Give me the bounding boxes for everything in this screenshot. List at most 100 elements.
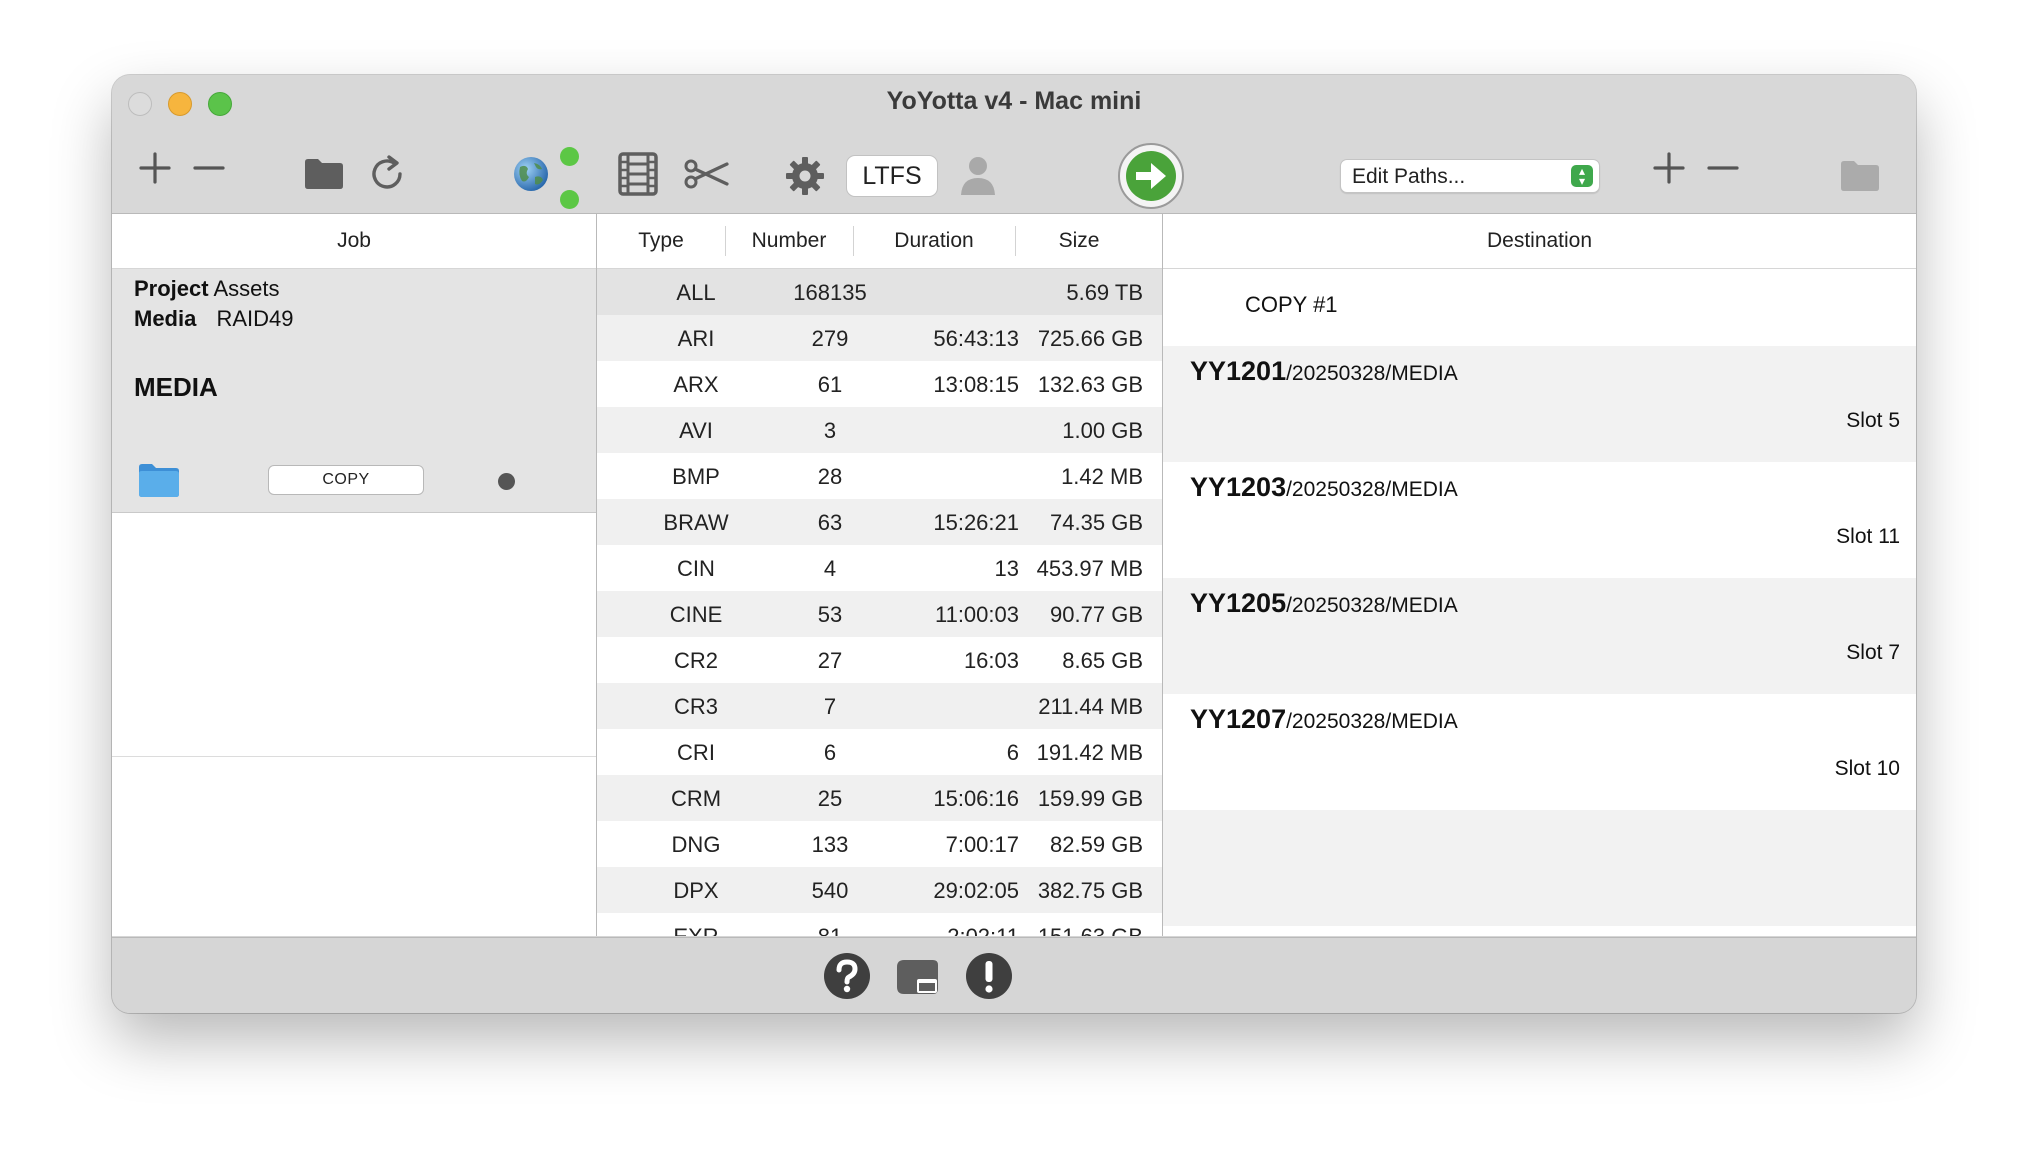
type-cell: BRAW: [663, 510, 729, 535]
destination-row[interactable]: YY1207/20250328/MEDIA Slot 10: [1163, 694, 1916, 810]
size-cell: 725.66 GB: [1037, 326, 1143, 351]
table-row[interactable]: BMP 28 1.42 MB: [597, 453, 1162, 499]
edit-paths-label: Edit Paths...: [1352, 165, 1466, 188]
table-row[interactable]: CIN 4 13 453.97 MB: [597, 545, 1162, 591]
number-cell: 279: [811, 326, 849, 351]
trim-button[interactable]: [682, 157, 732, 191]
destination-row[interactable]: YY1201/20250328/MEDIA Slot 5: [1163, 346, 1916, 462]
table-row[interactable]: DPX 540 29:02:05 382.75 GB: [597, 867, 1162, 913]
table-row[interactable]: ARI 279 56:43:13 725.66 GB: [597, 315, 1162, 361]
media-section-title: MEDIA: [134, 372, 218, 402]
remove-destination-button[interactable]: [1706, 151, 1740, 185]
tape-path: /20250328/MEDIA: [1286, 362, 1458, 385]
destination-path: YY1207/20250328/MEDIA: [1190, 704, 1458, 735]
type-column-header[interactable]: Type: [597, 229, 725, 253]
tape-name: YY1205: [1190, 588, 1287, 618]
size-cell: 1.42 MB: [1061, 464, 1143, 489]
destination-column-header[interactable]: Destination: [1163, 229, 1916, 253]
type-cell: CINE: [669, 602, 723, 627]
table-row[interactable]: CRM 25 15:06:16 159.99 GB: [597, 775, 1162, 821]
tape-library-button[interactable]: [892, 953, 942, 1001]
destination-path: YY1201/20250328/MEDIA: [1190, 356, 1458, 387]
window-title: YoYotta v4 - Mac mini: [886, 87, 1142, 115]
table-row[interactable]: CRI 6 6 191.42 MB: [597, 729, 1162, 775]
updown-chevron-icon: ▴ ▾: [1571, 165, 1593, 187]
number-cell: 4: [823, 556, 837, 581]
number-cell: 63: [817, 510, 843, 535]
network-button[interactable]: [510, 153, 552, 195]
duration-cell: 16:03: [963, 648, 1019, 673]
alerts-button[interactable]: [964, 951, 1014, 1001]
number-cell: 25: [817, 786, 843, 811]
type-cell: AVI: [679, 418, 713, 443]
arrow-right-icon: [1118, 143, 1184, 209]
type-cell: DNG: [671, 832, 721, 857]
number-cell: 28: [817, 464, 843, 489]
duration-column-header[interactable]: Duration: [853, 229, 1015, 253]
size-column-header[interactable]: Size: [1015, 229, 1143, 253]
slot-label: Slot 10: [1834, 757, 1900, 780]
settings-button[interactable]: [784, 155, 826, 197]
number-column-header[interactable]: Number: [725, 229, 853, 253]
copy-mode-button[interactable]: COPY: [268, 465, 424, 495]
scissors-icon: [684, 159, 729, 189]
add-destination-button[interactable]: [1652, 151, 1686, 185]
destination-row[interactable]: YY1205/20250328/MEDIA Slot 7: [1163, 578, 1916, 694]
job-row[interactable]: Project Assets Media RAID49 MEDIA COPY: [112, 269, 596, 513]
folder-icon: [305, 159, 343, 189]
table-row[interactable]: AVI 3 1.00 GB: [597, 407, 1162, 453]
tape-name: YY1203: [1190, 472, 1287, 502]
main-window: YoYotta v4 - Mac mini LTFS Edit Paths...…: [112, 75, 1916, 1013]
user-button[interactable]: [958, 153, 998, 197]
film-button[interactable]: [616, 151, 660, 197]
gear-icon: [786, 157, 824, 195]
table-row[interactable]: CINE 53 11:00:03 90.77 GB: [597, 591, 1162, 637]
number-cell: 6: [823, 740, 837, 765]
size-cell: 8.65 GB: [1062, 648, 1143, 673]
size-cell: 211.44 MB: [1038, 694, 1143, 719]
type-cell: CRM: [670, 786, 722, 811]
table-row[interactable]: ARX 61 13:08:15 132.63 GB: [597, 361, 1162, 407]
status-green-dot: [559, 147, 579, 166]
number-cell: 53: [817, 602, 843, 627]
open-folder-button[interactable]: [302, 153, 346, 193]
project-label: Project: [134, 276, 209, 301]
question-mark-icon: [824, 953, 870, 999]
person-icon: [961, 157, 995, 195]
media-line: Media RAID49: [134, 306, 294, 332]
table-row[interactable]: CR2 27 16:03 8.65 GB: [597, 637, 1162, 683]
types-header: Type Number Duration Size: [597, 214, 1162, 269]
table-row[interactable]: ALL 168135 5.69 TB: [597, 269, 1162, 315]
size-cell: 5.69 TB: [1066, 280, 1143, 305]
help-button[interactable]: [822, 951, 872, 1001]
refresh-button[interactable]: [366, 153, 408, 195]
size-cell: 74.35 GB: [1050, 510, 1143, 535]
duration-cell: 13: [994, 556, 1019, 581]
ltfs-button[interactable]: LTFS: [846, 155, 938, 197]
destination-pane: Destination COPY #1 YY1201/20250328/MEDI…: [1163, 214, 1916, 936]
destination-folder-button[interactable]: [1838, 155, 1882, 195]
size-cell: 159.99 GB: [1037, 786, 1143, 811]
destination-header: Destination: [1163, 214, 1916, 269]
status-indicators: [558, 147, 580, 209]
start-transfer-button[interactable]: [1116, 141, 1186, 211]
edit-paths-popup[interactable]: Edit Paths... ▴ ▾: [1340, 159, 1600, 193]
job-column-header[interactable]: Job: [112, 229, 596, 253]
source-folder-icon[interactable]: [138, 462, 180, 503]
tape-name: YY1207: [1190, 704, 1287, 734]
table-row[interactable]: CR3 7 211.44 MB: [597, 683, 1162, 729]
add-job-button[interactable]: [138, 151, 172, 185]
remove-job-button[interactable]: [192, 151, 226, 185]
tape-path: /20250328/MEDIA: [1286, 710, 1458, 733]
empty-row: [1163, 810, 1916, 926]
destination-row[interactable]: YY1203/20250328/MEDIA Slot 11: [1163, 462, 1916, 578]
table-row[interactable]: BRAW 63 15:26:21 74.35 GB: [597, 499, 1162, 545]
table-row[interactable]: EXR812:02:11151.63 GB: [597, 913, 1162, 936]
number-cell: 133: [811, 832, 849, 857]
title-bar: YoYotta v4 - Mac mini LTFS Edit Paths...…: [112, 75, 1916, 214]
job-pane: Job Project Assets Media RAID49 MEDIA CO…: [112, 214, 597, 936]
job-status-dot: [498, 473, 515, 490]
plus-icon: [139, 152, 171, 184]
number-cell: 81: [747, 924, 913, 936]
table-row[interactable]: DNG 133 7:00:17 82.59 GB: [597, 821, 1162, 867]
